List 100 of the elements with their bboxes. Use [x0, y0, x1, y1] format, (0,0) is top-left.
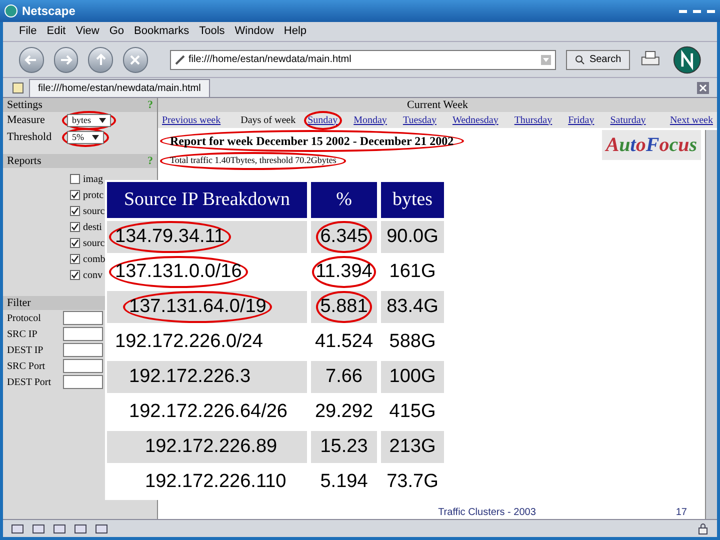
input-field[interactable] [63, 343, 103, 357]
back-button[interactable] [19, 46, 44, 72]
table-cell: 137.131.64.0/19 [123, 290, 272, 324]
dropdown-field[interactable]: bytes [62, 111, 116, 130]
day-link[interactable]: Friday [564, 110, 598, 130]
table-cell-text: 192.172.226.0/24 [114, 330, 264, 354]
table-cell-text: 100G [389, 364, 436, 389]
day-link[interactable]: Saturday [606, 110, 650, 130]
field-label: SRC IP [7, 328, 38, 342]
checkbox[interactable] [70, 174, 80, 184]
checkbox-label: protc [83, 188, 104, 202]
report-subtitle: Total traffic 1.40Tbytes, threshold 70.2Gbytes [160, 152, 346, 170]
menu-item[interactable]: Window [234, 23, 274, 40]
table-cell-text: 415G [389, 400, 436, 424]
menu-item[interactable]: Tools [199, 23, 225, 40]
report-title: Report for week December 15 2002 - December 21 2002 [160, 130, 464, 152]
input-field[interactable] [63, 359, 103, 373]
field-label: Measure [7, 113, 46, 128]
new-tab-icon[interactable] [11, 80, 25, 94]
day-link[interactable]: Sunday [304, 110, 342, 130]
table-cell: 6.345 [316, 220, 372, 254]
table-cell-text: 83.4G [386, 294, 438, 319]
checkbox[interactable] [70, 190, 80, 200]
menu-item[interactable]: View [76, 23, 100, 40]
checkbox[interactable] [70, 238, 80, 248]
window-title: Netscape [22, 3, 76, 20]
n-logo-icon[interactable] [672, 44, 702, 74]
day-link[interactable]: Wednesday [448, 110, 502, 130]
search-icon [575, 54, 586, 64]
autofocus-logo: AutoFocus [602, 130, 701, 160]
forward-button[interactable] [54, 46, 78, 72]
table-cell-text: 588G [389, 330, 436, 354]
column-header: bytes [381, 182, 444, 218]
menu-item[interactable]: Go [109, 23, 124, 40]
table-cell-text: 41.524 [314, 330, 374, 354]
table-cell: 11.394 [312, 256, 376, 288]
field-label: Protocol [7, 312, 42, 326]
caret-icon [99, 117, 106, 124]
browser-tab[interactable]: file:///home/estan/newdata/main.html [29, 78, 210, 96]
checkbox[interactable] [70, 254, 80, 264]
table-cell-text: 7.66 [324, 364, 364, 389]
table-cell-text: 90.0G [386, 224, 438, 249]
table-cell-text: 192.172.226.3 [128, 364, 252, 389]
dropdown-field[interactable]: 5% [62, 128, 109, 147]
previous-week-link[interactable]: Previous week [162, 112, 221, 128]
day-link[interactable]: Tuesday [398, 110, 440, 130]
menu-item[interactable]: Bookmarks [134, 23, 190, 40]
section-title: Reports [7, 154, 42, 169]
checkbox[interactable] [70, 270, 80, 280]
page-number: 17 [676, 506, 687, 520]
input-field[interactable] [63, 327, 103, 341]
day-link[interactable]: Monday [350, 110, 391, 130]
field-label: Threshold [7, 130, 53, 146]
input-field[interactable] [63, 311, 103, 325]
table-cell-text: 192.172.226.64/26 [128, 400, 288, 424]
table-cell-text: 29.292 [314, 400, 374, 424]
checkbox-label: sourc [83, 204, 105, 218]
field-label: SRC Port [7, 360, 46, 374]
section-title: Current Week [407, 98, 468, 113]
checkbox[interactable] [70, 206, 80, 216]
table-cell: 5.881 [316, 290, 372, 324]
stop-icon [128, 52, 142, 66]
column-header: % [311, 182, 377, 218]
next-week-link[interactable]: Next week [670, 112, 713, 128]
day-link[interactable]: Thursday [510, 110, 556, 130]
right-arrow-icon [58, 52, 73, 66]
table-cell-text: 15.23 [319, 434, 369, 459]
table-cell: 137.131.0.0/16 [109, 256, 248, 288]
checkbox[interactable] [70, 222, 80, 232]
checkbox-label: sourc [83, 236, 105, 250]
scrollbar[interactable] [705, 130, 717, 519]
field-label: DEST Port [7, 376, 52, 390]
table-cell-text: 213G [389, 434, 436, 459]
slide-footer: Traffic Clusters - 2003 [438, 504, 536, 520]
checkbox-label: conv [83, 268, 102, 282]
search-button[interactable]: Search [566, 50, 630, 70]
left-arrow-icon [24, 52, 38, 66]
menu-item[interactable]: File [19, 23, 37, 40]
table-cell-text: 192.172.226.110 [144, 470, 288, 494]
reload-button[interactable] [88, 46, 113, 72]
app-icon [4, 4, 18, 18]
caret-icon [92, 134, 99, 141]
stop-button[interactable] [122, 46, 148, 72]
dropdown-value: bytes [72, 114, 91, 127]
days-label: Days of week [240, 114, 296, 128]
dropdown-value: 5% [72, 130, 84, 144]
checkbox-label: imag [83, 172, 103, 186]
checkbox-label: comb [83, 252, 106, 266]
url-text: file:///home/estan/newdata/main.html [188, 53, 352, 67]
checkbox-label: desti [83, 220, 102, 234]
input-field[interactable] [63, 375, 103, 389]
menu-item[interactable]: Help [284, 23, 307, 40]
section-title: Settings [7, 98, 42, 113]
table-cell-text: 73.7G [386, 470, 438, 494]
column-header: Source IP Breakdown [107, 182, 307, 218]
lock-icon [697, 522, 709, 534]
url-field[interactable]: file:///home/estan/newdata/main.html [170, 50, 556, 70]
table-cell-text: 192.172.226.89 [144, 434, 278, 459]
up-arrow-icon [94, 52, 108, 66]
menu-item[interactable]: Edit [46, 23, 66, 40]
